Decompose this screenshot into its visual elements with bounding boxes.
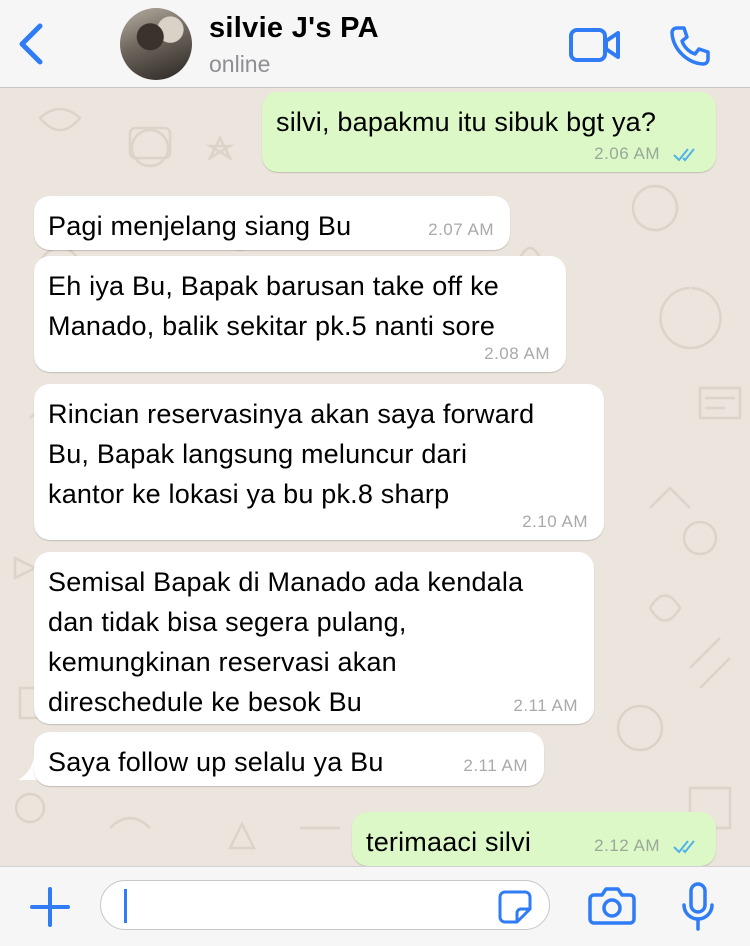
attach-button[interactable] bbox=[28, 885, 72, 929]
video-call-button[interactable] bbox=[568, 26, 622, 64]
microphone-icon bbox=[682, 882, 714, 931]
message-text: Eh iya Bu, Bapak barusan take off ke Man… bbox=[48, 271, 499, 341]
video-camera-icon bbox=[569, 28, 620, 62]
contact-status: online bbox=[209, 51, 271, 77]
read-ticks-icon bbox=[673, 148, 695, 162]
message-bubble-incoming[interactable]: Rincian reservasinya akan saya forward B… bbox=[34, 384, 604, 540]
chat-header: silvie J's PA online bbox=[0, 0, 750, 88]
message-text: Pagi menjelang siang Bu bbox=[48, 211, 352, 241]
message-composer bbox=[0, 866, 750, 946]
chevron-left-icon bbox=[19, 23, 43, 65]
read-ticks-icon bbox=[673, 840, 695, 854]
message-text: Saya follow up selalu ya Bu bbox=[48, 747, 384, 777]
camera-button[interactable] bbox=[588, 885, 636, 927]
message-bubble-incoming[interactable]: Semisal Bapak di Manado ada kendala dan … bbox=[34, 552, 594, 724]
voice-message-button[interactable] bbox=[680, 881, 716, 933]
message-time: 2.08 AM bbox=[484, 344, 550, 363]
message-bubble-outgoing[interactable]: terimaaci silvi 2.12 AM bbox=[352, 812, 716, 866]
back-button[interactable] bbox=[14, 22, 48, 66]
chat-area[interactable]: silvi, bapakmu itu sibuk bgt ya? 2.06 AM… bbox=[0, 88, 750, 866]
plus-icon bbox=[30, 887, 70, 927]
camera-icon bbox=[588, 887, 636, 925]
contact-name[interactable]: silvie J's PA bbox=[209, 12, 379, 45]
message-input[interactable] bbox=[100, 880, 550, 930]
message-bubble-incoming[interactable]: Pagi menjelang siang Bu 2.07 AM bbox=[34, 196, 510, 250]
sticker-button[interactable] bbox=[497, 889, 533, 925]
avatar[interactable] bbox=[120, 8, 192, 80]
message-bubble-outgoing[interactable]: silvi, bapakmu itu sibuk bgt ya? 2.06 AM bbox=[262, 92, 716, 172]
message-bubble-incoming[interactable]: Saya follow up selalu ya Bu 2.11 AM bbox=[34, 732, 544, 786]
message-time: 2.10 AM bbox=[522, 512, 588, 531]
message-time: 2.11 AM bbox=[463, 756, 528, 775]
message-text: silvi, bapakmu itu sibuk bgt ya? bbox=[276, 107, 657, 137]
message-time: 2.11 AM bbox=[513, 696, 578, 715]
sticker-icon bbox=[498, 890, 532, 924]
message-time: 2.07 AM bbox=[428, 220, 494, 239]
message-bubble-incoming[interactable]: Eh iya Bu, Bapak barusan take off ke Man… bbox=[34, 256, 566, 372]
message-text: Rincian reservasinya akan saya forward B… bbox=[48, 399, 535, 509]
voice-call-button[interactable] bbox=[668, 24, 712, 68]
text-caret bbox=[124, 889, 127, 923]
message-time: 2.06 AM bbox=[594, 144, 660, 163]
phone-icon bbox=[670, 26, 710, 66]
message-time: 2.12 AM bbox=[594, 836, 660, 855]
message-text: Semisal Bapak di Manado ada kendala dan … bbox=[48, 567, 524, 717]
